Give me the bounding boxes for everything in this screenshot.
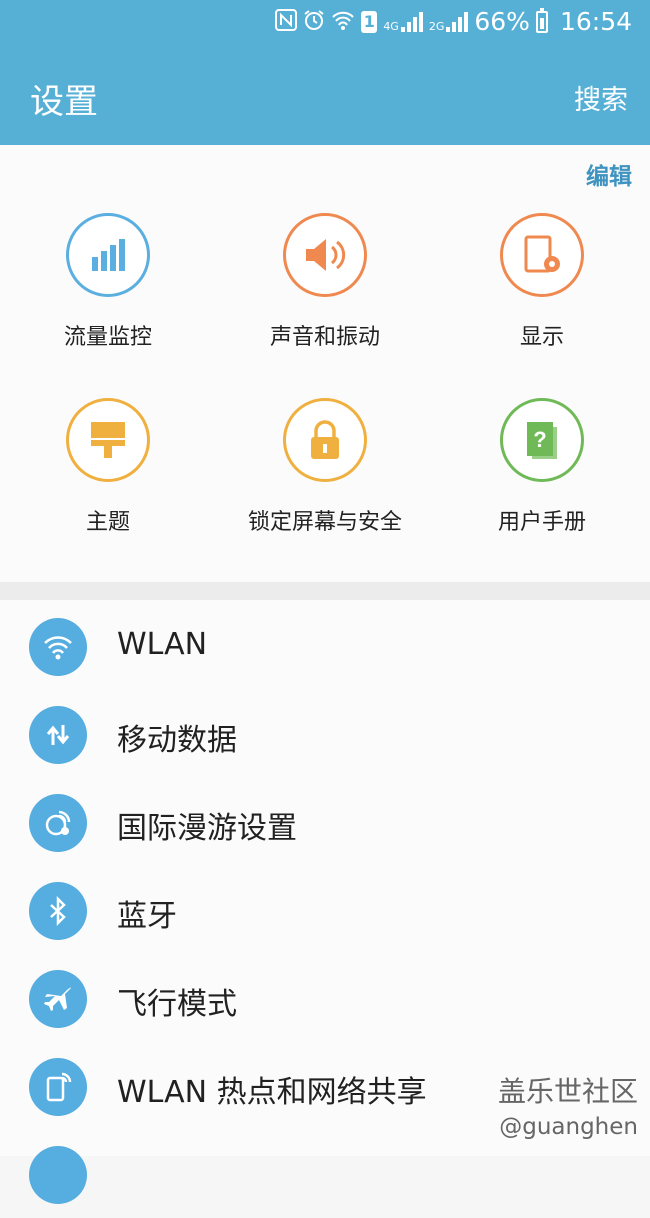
settings-item-label: 飞行模式 [117, 987, 237, 1022]
battery-percent: 66% [474, 7, 530, 36]
watermark-handle: @guanghen [499, 1114, 638, 1140]
clock: 16:54 [559, 7, 632, 36]
lock-icon [283, 398, 367, 482]
settings-item-label: WLAN [117, 627, 208, 662]
display-settings-icon [500, 213, 584, 297]
quick-item-label: 主题 [85, 510, 130, 535]
settings-item-bluetooth[interactable]: 蓝牙 [0, 866, 650, 954]
nfc-icon [275, 8, 298, 35]
quick-item-data-usage[interactable]: 流量监控 [8, 213, 208, 351]
wifi-icon [331, 9, 355, 35]
quick-item-label: 用户手册 [497, 510, 586, 535]
bluetooth-icon [29, 882, 87, 940]
settings-item-roaming[interactable]: 国际漫游设置 [0, 778, 650, 866]
settings-item-mobile-data[interactable]: 移动数据 [0, 690, 650, 778]
speaker-icon [283, 213, 367, 297]
edit-button[interactable]: 编辑 [586, 157, 632, 191]
quick-item-user-manual[interactable]: ? 用户手册 [442, 398, 642, 536]
hotspot-icon [29, 1058, 87, 1116]
search-button[interactable]: 搜索 [574, 78, 628, 117]
quick-item-label: 流量监控 [63, 325, 152, 350]
user-manual-icon: ? [500, 398, 584, 482]
settings-item-wlan[interactable]: WLAN [0, 602, 650, 690]
quick-item-label: 显示 [519, 325, 564, 350]
quick-settings-panel: 编辑 流量监控 声音和振动 显示 主题 锁定屏幕与安全 ? 用户手册 [0, 145, 650, 582]
settings-item-label: 蓝牙 [117, 899, 177, 934]
battery-icon [535, 7, 548, 33]
settings-item-label: 国际漫游设置 [117, 811, 297, 846]
status-bar: 1 4G 2G 66% 16:54 [0, 0, 650, 44]
roaming-globe-icon [29, 794, 87, 852]
quick-item-theme[interactable]: 主题 [8, 398, 208, 536]
settings-item-partial[interactable] [0, 1130, 650, 1218]
quick-item-label: 声音和振动 [269, 325, 380, 350]
more-settings-icon [29, 1146, 87, 1204]
airplane-icon [29, 970, 87, 1028]
svg-text:?: ? [533, 427, 546, 452]
net-4g-label: 4G [383, 19, 399, 33]
sim-1-icon: 1 [361, 10, 378, 33]
signal-2g-icon: 2G [428, 11, 469, 33]
data-usage-icon [66, 213, 150, 297]
quick-item-lock-security[interactable]: 锁定屏幕与安全 [225, 398, 425, 536]
mobile-data-icon [29, 706, 87, 764]
quick-item-display[interactable]: 显示 [442, 213, 642, 351]
quick-item-label: 锁定屏幕与安全 [247, 510, 402, 535]
signal-4g-icon: 4G [383, 11, 423, 33]
alarm-icon [303, 9, 325, 35]
watermark: 盖乐世社区 @guanghen [498, 1070, 638, 1140]
paint-brush-icon [66, 398, 150, 482]
net-2g-label: 2G [428, 19, 445, 33]
page-title: 设置 [30, 82, 98, 122]
settings-item-label: 移动数据 [117, 723, 237, 758]
section-divider [0, 582, 650, 600]
wifi-icon [29, 618, 87, 676]
settings-item-label: WLAN 热点和网络共享 [117, 1075, 427, 1110]
quick-item-sound[interactable]: 声音和振动 [225, 213, 425, 351]
watermark-title: 盖乐世社区 [497, 1075, 638, 1108]
app-bar: 1 4G 2G 66% 16:54 设置 搜索 [0, 0, 650, 145]
settings-item-airplane-mode[interactable]: 飞行模式 [0, 954, 650, 1042]
